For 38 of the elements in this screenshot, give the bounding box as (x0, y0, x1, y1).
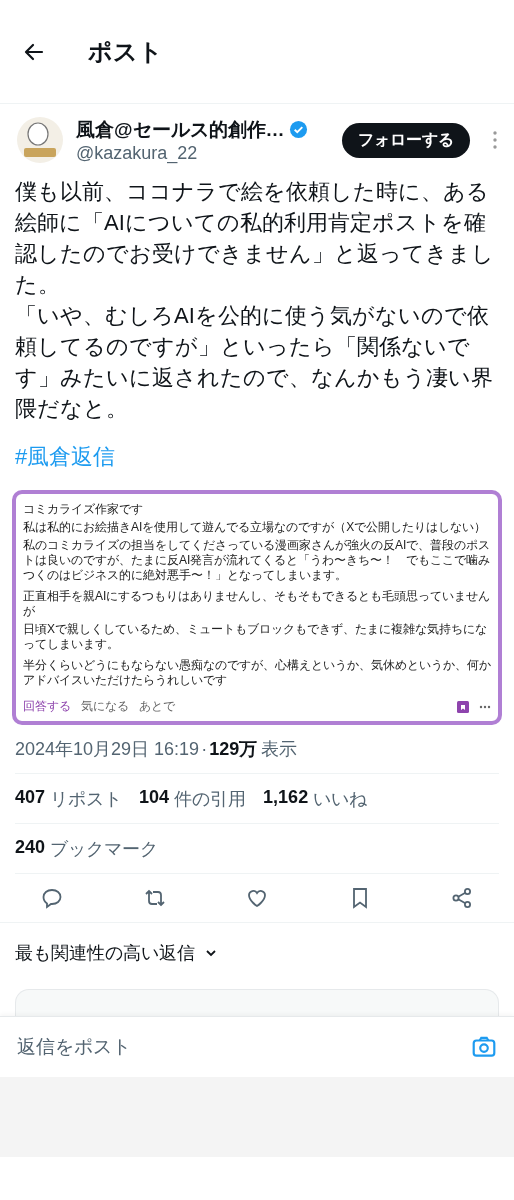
embedded-screenshot[interactable] (12, 490, 502, 725)
question-text-line: 私は私的にお絵描きAIを使用して遊んでる立場なのですが（Xで公開したりはしない） (23, 520, 488, 535)
question-text-line: 日頃Xで親しくしているため、ミュートもブロックもできず、たまに複雑な気持ちになってしまいます。 (23, 622, 488, 652)
question-text-line: 半分くらいどうにもならない愚痴なのですが、心構えというか、気休めというか、何かアドバイスいただけたらうれしいです (23, 658, 491, 688)
stat-label[interactable]: 件の引用 (174, 787, 247, 811)
stat-count[interactable]: 407 (15, 787, 46, 811)
author-handle[interactable]: @kazakura_22 (76, 142, 330, 164)
post-timestamp[interactable]: 2024年10月29日 16:19 (15, 737, 200, 761)
separator-dot: · (201, 739, 208, 760)
view-count: 129万 (209, 738, 258, 761)
share-icon[interactable] (450, 886, 474, 910)
stat-count[interactable]: 1,162 (263, 787, 309, 811)
chevron-down-icon[interactable] (205, 949, 217, 957)
question-action: あとで (139, 698, 175, 715)
author-name[interactable]: 風倉@セールス的創作… (76, 116, 285, 143)
question-text-line: 私のコミカライズの担当をしてくださっている漫画家さんが強火の反AIで、普段のポストは良いのですが、たまに反AI発言が流れてくると「うわ〜きち〜！ でもここで噛みつくのはビジネス的に絶対悪手〜！」となってしまいます。 (23, 538, 491, 583)
camera-icon[interactable] (471, 1034, 497, 1060)
question-action: 回答する (23, 698, 71, 715)
reply-sort-dropdown[interactable]: 最も関連性の高い返信 (15, 941, 195, 965)
question-text-line: コミカライズ作家です (23, 502, 144, 517)
follow-button[interactable]: フォローする (342, 122, 470, 158)
more-icon (479, 704, 491, 709)
question-text-line: 正直相手を親AIにするつもりはありませんし、そもそもできるとも毛頭思っていませんが (23, 589, 491, 619)
bookmark-count[interactable]: 240 (15, 837, 46, 861)
page-title: ポスト (88, 36, 163, 67)
stat-count[interactable]: 104 (139, 787, 170, 811)
reply-input-field[interactable]: 返信をポスト (15, 1035, 471, 1059)
views-label: 表示 (261, 738, 298, 761)
more-options-icon[interactable] (492, 130, 498, 150)
stat-label[interactable]: いいね (313, 787, 368, 811)
post-text: 僕も以前、ココナラで絵を依頼した時に、ある絵師に「AIについての私的利用肯定ポストを確認したのでお受けできません」と返ってきました。 (15, 178, 495, 299)
question-action: 気になる (81, 698, 129, 715)
stat-label[interactable]: リポスト (50, 787, 123, 811)
bookmark-square-icon (457, 700, 469, 713)
reply-icon[interactable] (40, 886, 64, 910)
bookmark-label[interactable]: ブックマーク (50, 837, 159, 861)
avatar-drawing[interactable] (16, 116, 64, 164)
post-text: 「いや、むしろAIを公的に使う気がないので依頼してるのですが」といったら「関係ないです」みたいに返されたので、なんかもう凄い界隈だなと。 (15, 302, 494, 423)
